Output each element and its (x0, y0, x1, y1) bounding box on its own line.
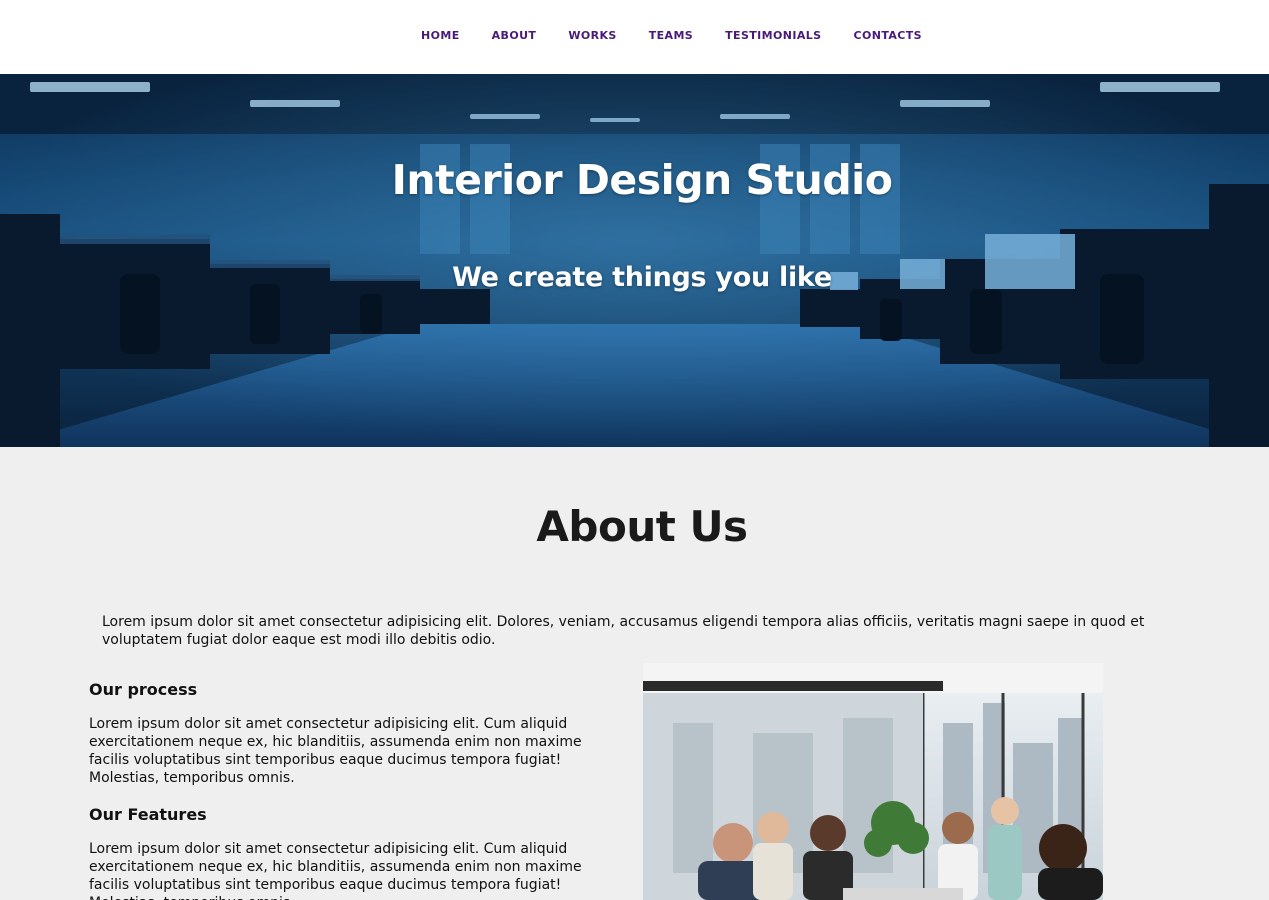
about-intro-text: Lorem ipsum dolor sit amet consectetur a… (102, 614, 1145, 648)
nav-item-works: WORKS (568, 24, 616, 43)
nav-link-teams[interactable]: TEAMS (649, 29, 693, 43)
nav-item-teams: TEAMS (649, 24, 693, 43)
features-text: Lorem ipsum dolor sit amet consectetur a… (89, 841, 582, 900)
hero-banner: Interior Design Studio We create things … (0, 74, 1269, 447)
nav-item-testimonials: TESTIMONIALS (725, 24, 821, 43)
nav-menu: HOME ABOUT WORKS TEAMS TESTIMONIALS CONT… (421, 24, 922, 43)
team-meeting-image (643, 663, 1103, 900)
nav-link-testimonials[interactable]: TESTIMONIALS (725, 29, 821, 43)
features-heading: Our Features (89, 805, 207, 824)
nav-link-contacts[interactable]: CONTACTS (854, 29, 923, 43)
about-section-title: About Us (536, 502, 748, 551)
top-navigation: HOME ABOUT WORKS TEAMS TESTIMONIALS CONT… (0, 0, 1269, 74)
hero-title: Interior Design Studio (391, 156, 893, 204)
about-text-column: Our process Lorem ipsum dolor sit amet c… (89, 680, 619, 900)
hero-background-image (0, 74, 1269, 447)
process-text: Lorem ipsum dolor sit amet consectetur a… (89, 716, 582, 786)
nav-link-works[interactable]: WORKS (568, 29, 616, 43)
nav-item-home: HOME (421, 24, 460, 43)
nav-item-about: ABOUT (492, 24, 537, 43)
nav-item-contacts: CONTACTS (854, 24, 923, 43)
nav-link-home[interactable]: HOME (421, 29, 460, 43)
team-meeting-illustration (643, 663, 1103, 900)
process-heading: Our process (89, 680, 198, 699)
nav-link-about[interactable]: ABOUT (492, 29, 537, 43)
hero-subtitle: We create things you like (452, 262, 832, 293)
